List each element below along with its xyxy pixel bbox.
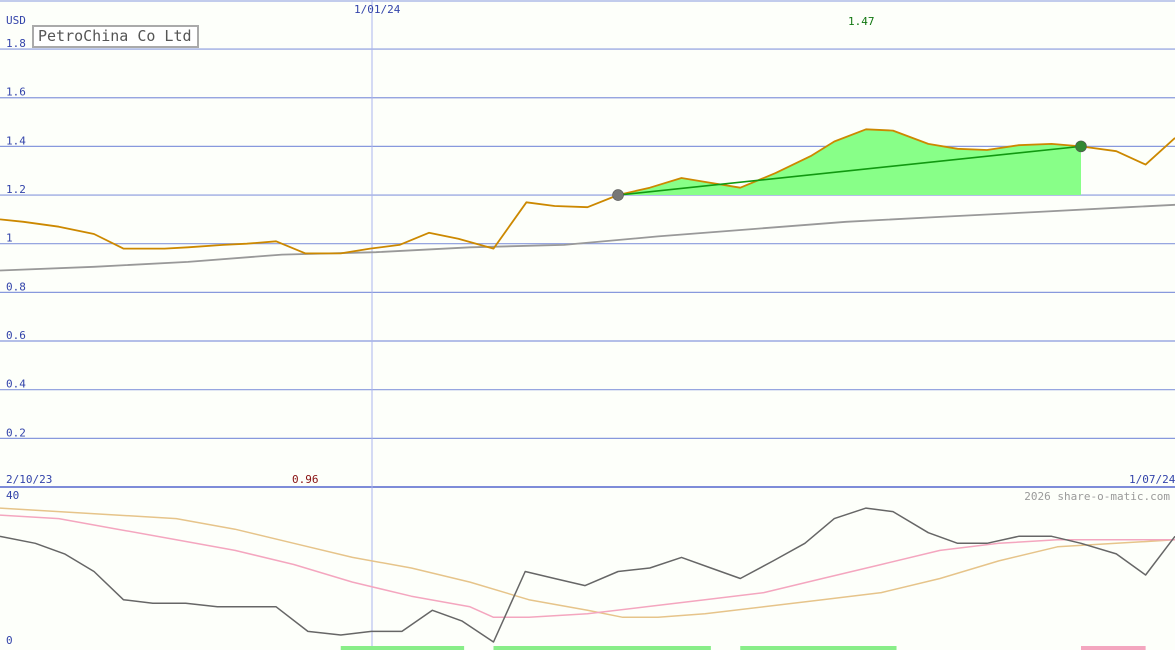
volume-bar	[619, 646, 682, 650]
y-tick-label: 1.8	[6, 37, 26, 50]
y-tick-label: 1.6	[6, 86, 26, 99]
volume-bar	[1081, 646, 1146, 650]
copyright-text: 2026 share-o-matic.com	[1024, 490, 1170, 503]
volume-bar	[340, 646, 465, 650]
chart-stage: USD 1.8 1.6 1.4 1.2 1 0.8 0.6 0.4 0.2 40 0 PetroCh…	[0, 0, 1175, 650]
lower-tick-label: 40	[6, 489, 19, 502]
y-tick-label: 1.4	[6, 134, 26, 147]
trend-marker	[1075, 140, 1087, 153]
currency-label: USD	[6, 14, 26, 27]
lower-tick-label: 0	[6, 634, 13, 647]
low-value-label: 0.96	[292, 473, 319, 486]
y-tick-label: 1	[6, 232, 13, 245]
chart-title: PetroChina Co Ltd	[38, 27, 192, 45]
date-end-label: 1/07/24	[1129, 473, 1175, 486]
y-tick-label: 0.2	[6, 426, 26, 439]
y-tick-label: 0.8	[6, 280, 26, 293]
date-start-label: 2/10/23	[6, 473, 52, 486]
y-tick-label: 0.4	[6, 378, 26, 391]
price-chart-svg: USD 1.8 1.6 1.4 1.2 1 0.8 0.6 0.4 0.2 40 0 PetroCh…	[0, 0, 1175, 650]
trend-marker	[612, 189, 624, 201]
y-tick-label: 1.2	[6, 183, 26, 196]
high-value-label: 1.47	[848, 15, 875, 28]
date-mid-label: 1/01/24	[354, 3, 401, 16]
y-tick-label: 0.6	[6, 329, 26, 342]
volume-bar	[740, 646, 897, 650]
